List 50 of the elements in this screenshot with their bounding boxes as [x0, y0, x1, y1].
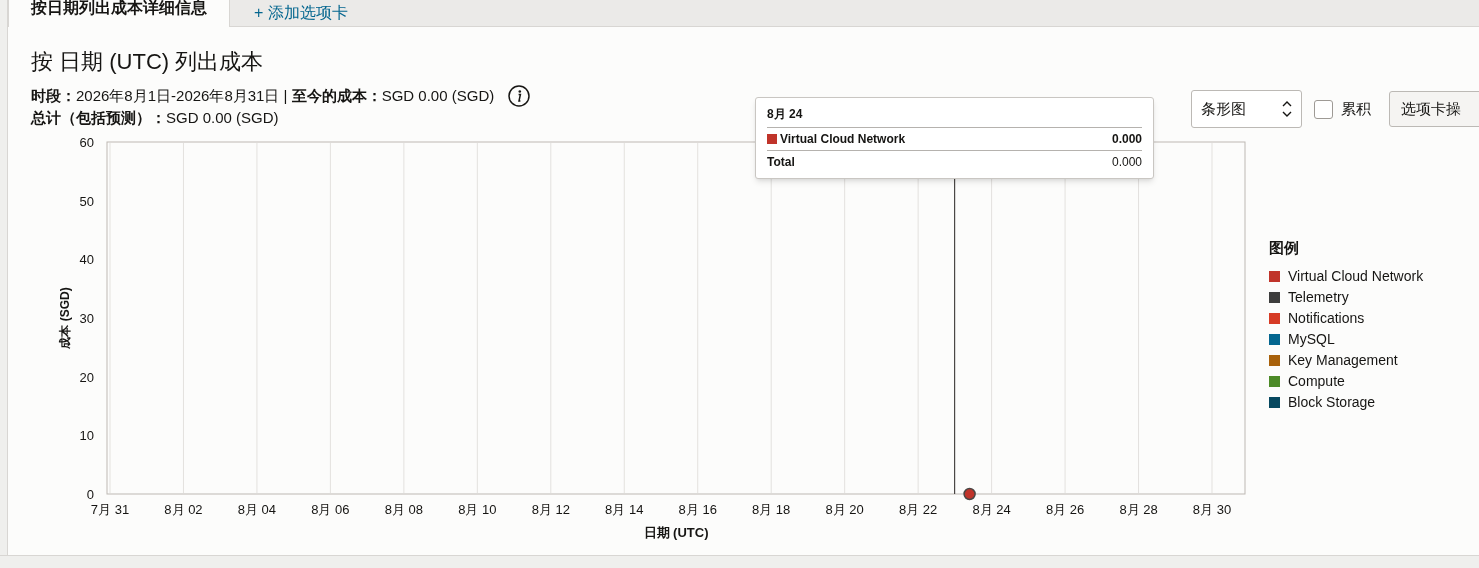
x-tick-label: 8月 16: [678, 502, 717, 517]
x-tick-label: 8月 24: [972, 502, 1011, 517]
y-tick-label: 50: [79, 193, 94, 209]
x-tick-label: 8月 30: [1192, 502, 1232, 517]
x-tick-label: 8月 28: [1119, 502, 1158, 517]
x-tick-label: 8月 18: [752, 502, 791, 517]
y-tick-label: 30: [79, 311, 94, 326]
total-label: Total: [767, 154, 796, 171]
y-tick-label: 40: [79, 252, 94, 268]
x-axis-title: 日期 (UTC): [643, 525, 709, 540]
series-name: Virtual Cloud Network: [780, 131, 907, 148]
x-tick-label: 8月 22: [899, 502, 938, 517]
total-value: 0.000: [1111, 154, 1142, 171]
x-tick-label: 8月 08: [384, 502, 423, 517]
y-tick-label: 20: [79, 369, 94, 385]
period-cost-text: 时段：2026年8月1日-2026年8月31日 | 至今的成本：SGD 0.00 (SGD): [31, 86, 495, 106]
x-tick-label: 7月 31: [90, 502, 130, 517]
legend-label[interactable]: Notifications: [1288, 309, 1365, 327]
y-axis-title: 成本 (SGD): [58, 287, 72, 349]
x-tick-label: 8月 02: [164, 502, 203, 517]
section-heading: 按 日期 (UTC) 列出成本: [31, 48, 265, 76]
legend-label[interactable]: MySQL: [1288, 330, 1335, 348]
tab-actions-button[interactable]: 选项卡操: [1389, 91, 1479, 127]
x-tick-label: 8月 06: [311, 502, 350, 517]
legend-label[interactable]: Block Storage: [1288, 393, 1376, 411]
series-swatch: [767, 134, 777, 144]
legend-label[interactable]: Compute: [1288, 372, 1345, 390]
legend-label[interactable]: Telemetry: [1288, 288, 1349, 306]
tab[interactable]: + 添加选项卡: [230, 0, 1479, 27]
y-tick-label: 0: [86, 487, 94, 502]
x-tick-label: 8月 04: [237, 502, 277, 517]
x-tick-label: 8月 26: [1045, 502, 1085, 517]
chart-type-select[interactable]: 条形图: [1191, 90, 1302, 128]
info-icon[interactable]: [508, 85, 531, 107]
y-tick-label: 10: [79, 428, 94, 444]
y-tick-label: 60: [79, 135, 94, 150]
cumulative-label: 累积: [1341, 98, 1371, 119]
x-tick-label: 8月 14: [605, 502, 644, 517]
x-tick-label: 8月 12: [531, 502, 570, 517]
legend-label[interactable]: Virtual Cloud Network: [1288, 267, 1424, 285]
x-tick-label: 8月 20: [825, 502, 864, 517]
series-value: 0.000: [1111, 131, 1142, 148]
x-tick-label: 8月 10: [458, 502, 497, 517]
cumulative-checkbox[interactable]: [1314, 99, 1333, 119]
legend-label[interactable]: Key Management: [1288, 351, 1398, 369]
up-down-chevron-icon: [1282, 100, 1292, 118]
data-point[interactable]: [963, 487, 976, 501]
total-forecast-text: 总计（包括预测）：SGD 0.00 (SGD): [31, 108, 280, 128]
tooltip-date: 8月 24: [767, 105, 1142, 128]
legend-title: 图例: [1269, 238, 1300, 258]
